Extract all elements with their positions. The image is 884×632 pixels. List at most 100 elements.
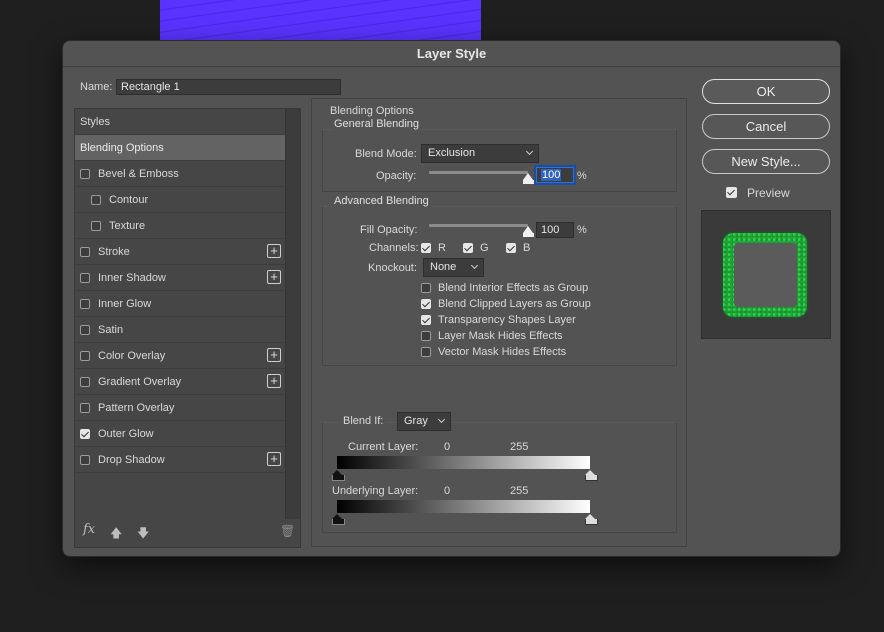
add-effect-plus-icon[interactable]: +	[267, 348, 281, 362]
new-style-button[interactable]: New Style...	[702, 149, 830, 174]
current-layer-white-stop[interactable]	[585, 470, 598, 481]
advanced-option-label: Blend Interior Effects as Group	[438, 282, 589, 294]
advanced-option-checkbox[interactable]	[421, 315, 431, 325]
advanced-option-label: Vector Mask Hides Effects	[438, 346, 567, 358]
opacity-slider-thumb[interactable]	[522, 173, 534, 184]
opacity-percent: %	[577, 170, 587, 182]
style-item-inner-shadow[interactable]: Inner Shadow +	[75, 265, 285, 291]
blend-mode-label: Blend Mode:	[355, 148, 417, 160]
style-item-outer-glow[interactable]: Outer Glow	[75, 421, 285, 447]
cancel-button[interactable]: Cancel	[702, 114, 830, 139]
style-item-checkbox[interactable]	[80, 403, 90, 413]
trash-icon[interactable]: 🗑	[280, 524, 295, 538]
channels-label: Channels:	[369, 242, 419, 254]
opacity-input[interactable]: 100	[536, 167, 574, 183]
advanced-option-checkbox[interactable]	[421, 299, 431, 309]
add-effect-plus-icon[interactable]: +	[267, 244, 281, 258]
style-item-inner-glow[interactable]: Inner Glow	[75, 291, 285, 317]
style-item-drop-shadow[interactable]: Drop Shadow +	[75, 447, 285, 473]
blend-if-dropdown[interactable]: Gray	[397, 412, 451, 431]
fill-opacity-slider-track[interactable]	[429, 224, 528, 227]
style-item-checkbox[interactable]	[91, 221, 101, 231]
advanced-option-label: Blend Clipped Layers as Group	[438, 298, 591, 310]
style-item-checkbox[interactable]	[80, 429, 90, 439]
style-item-color-overlay[interactable]: Color Overlay +	[75, 343, 285, 369]
blend-mode-dropdown[interactable]: Exclusion	[421, 144, 539, 163]
underlying-layer-label: Underlying Layer:	[332, 485, 419, 497]
advanced-option-checkbox[interactable]	[421, 283, 431, 293]
current-layer-label: Current Layer:	[348, 441, 419, 453]
knockout-value: None	[430, 261, 457, 273]
underlying-layer-black-stop[interactable]	[332, 514, 345, 525]
channel-r-label: R	[438, 242, 446, 254]
style-item-label: Gradient Overlay	[98, 376, 182, 388]
style-item-checkbox[interactable]	[80, 169, 90, 179]
add-effect-plus-icon[interactable]: +	[267, 452, 281, 466]
advanced-option-checkbox[interactable]	[421, 331, 431, 341]
style-item-label: Contour	[109, 194, 149, 206]
chevron-down-icon	[470, 261, 479, 270]
layer-name-input[interactable]: Rectangle 1	[116, 79, 341, 95]
preview-swatch	[734, 243, 797, 307]
blend-if-group: Blend If: Gray Current Layer: 0 255 Unde…	[322, 412, 677, 533]
knockout-dropdown[interactable]: None	[423, 258, 484, 277]
style-item-checkbox[interactable]	[80, 273, 90, 283]
style-item-texture[interactable]: Texture	[75, 213, 285, 239]
fx-icon[interactable]: fx	[83, 522, 95, 537]
underlying-layer-white-stop[interactable]	[585, 514, 598, 525]
name-label: Name:	[80, 81, 113, 93]
blend-if-label: Blend If:	[340, 415, 387, 427]
style-item-checkbox[interactable]	[80, 247, 90, 257]
general-blending-group: General Blending Blend Mode: Exclusion O…	[322, 118, 677, 192]
style-item-gradient-overlay[interactable]: Gradient Overlay +	[75, 369, 285, 395]
style-item-label: Inner Glow	[98, 298, 152, 310]
style-item-checkbox[interactable]	[80, 299, 90, 309]
style-item-label: Satin	[98, 324, 124, 336]
channel-g-checkbox[interactable]	[463, 243, 473, 253]
style-item-checkbox[interactable]	[80, 455, 90, 465]
style-item-pattern-overlay[interactable]: Pattern Overlay	[75, 395, 285, 421]
style-item-bevel-emboss[interactable]: Bevel & Emboss	[75, 161, 285, 187]
blending-options-title: Blending Options	[330, 105, 414, 117]
channel-r-checkbox[interactable]	[421, 243, 431, 253]
add-effect-plus-icon[interactable]: +	[267, 270, 281, 284]
styles-list-panel: Styles Blending Options Bevel & Emboss Con…	[74, 108, 301, 548]
styles-scrollbar[interactable]	[285, 109, 300, 519]
style-preview	[701, 210, 831, 339]
advanced-blending-group: Advanced Blending Fill Opacity: 100 % Ch…	[322, 195, 677, 366]
advanced-option-checkbox[interactable]	[421, 347, 431, 357]
style-item-label: Outer Glow	[98, 428, 154, 440]
knockout-label: Knockout:	[368, 262, 417, 274]
fill-opacity-input[interactable]: 100	[536, 222, 574, 238]
style-item-stroke[interactable]: Stroke +	[75, 239, 285, 265]
ok-button[interactable]: OK	[702, 79, 830, 104]
add-effect-plus-icon[interactable]: +	[267, 374, 281, 388]
move-down-icon[interactable]: 🡇	[137, 524, 149, 545]
style-item-checkbox[interactable]	[80, 325, 90, 335]
style-item-checkbox[interactable]	[80, 351, 90, 361]
channel-b-checkbox[interactable]	[506, 243, 516, 253]
style-item-checkbox[interactable]	[91, 195, 101, 205]
style-item-blending-options[interactable]: Blending Options	[75, 135, 285, 161]
chevron-down-icon	[437, 415, 446, 424]
current-layer-black-stop[interactable]	[332, 470, 345, 481]
preview-checkbox[interactable]	[726, 187, 737, 198]
fill-opacity-percent: %	[577, 224, 587, 236]
blend-if-value: Gray	[404, 415, 428, 427]
current-layer-low: 0	[444, 441, 451, 453]
underlying-layer-gradient	[337, 500, 590, 513]
opacity-slider-track[interactable]	[429, 171, 528, 174]
move-up-icon[interactable]: 🡅	[110, 524, 122, 545]
opacity-label: Opacity:	[376, 170, 417, 182]
channel-b-label: B	[523, 242, 531, 254]
canvas-image-behind-dialog	[160, 0, 481, 42]
style-item-checkbox[interactable]	[80, 377, 90, 387]
fill-opacity-slider-thumb[interactable]	[522, 226, 534, 237]
advanced-option-label: Layer Mask Hides Effects	[438, 330, 563, 342]
style-item-contour[interactable]: Contour	[75, 187, 285, 213]
style-item-satin[interactable]: Satin	[75, 317, 285, 343]
underlying-layer-high: 255	[510, 485, 529, 497]
opacity-value: 100	[541, 169, 562, 181]
current-layer-gradient	[337, 456, 590, 469]
style-item-label: Pattern Overlay	[98, 402, 175, 414]
